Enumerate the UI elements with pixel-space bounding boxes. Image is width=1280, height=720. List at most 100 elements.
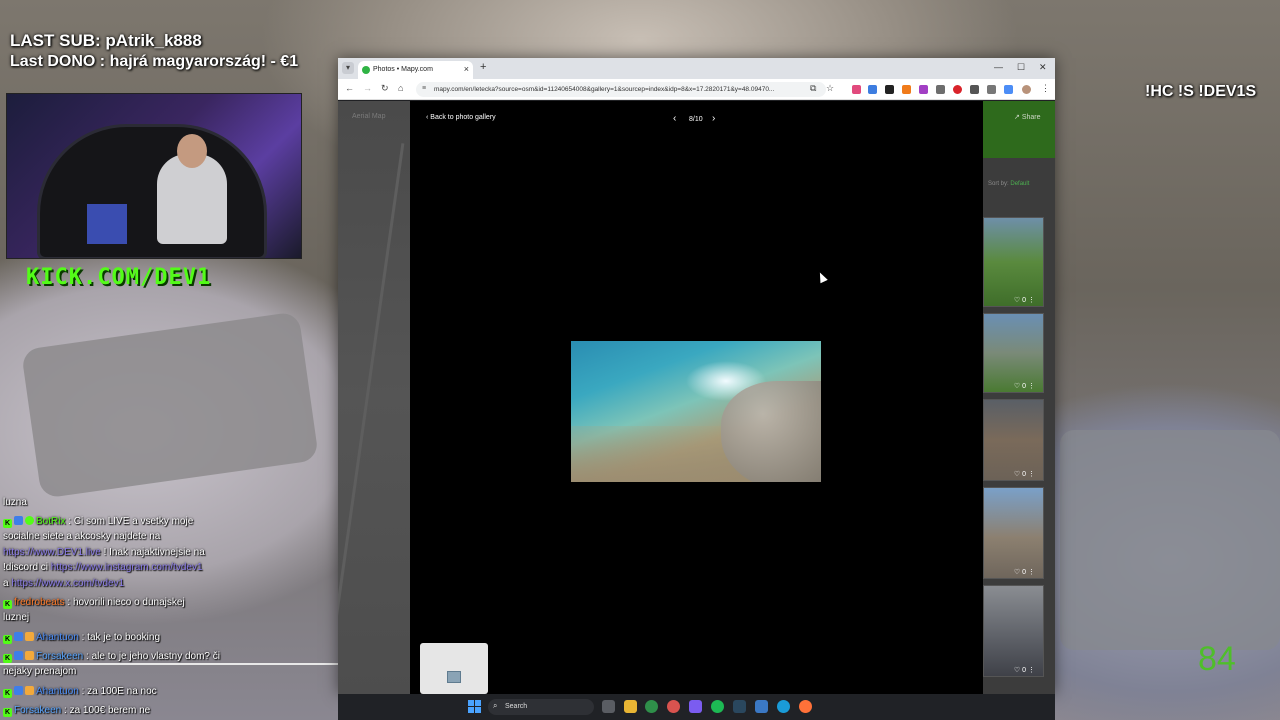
new-tab-icon[interactable]: + — [480, 61, 486, 73]
chat-message-cont: a https://www.x.com/tvdev1 — [3, 576, 228, 592]
close-window-icon[interactable]: ✕ — [1039, 62, 1047, 73]
next-photo-button[interactable]: › — [712, 113, 715, 124]
gallery-thumbnail[interactable]: ♡ 0 ⋮ — [983, 585, 1044, 677]
kick-badge-icon: K — [3, 635, 12, 644]
kick-badge-icon: K — [3, 600, 12, 609]
map-type-label: Aerial Map — [352, 113, 386, 120]
like-count-value: 0 — [1022, 471, 1027, 478]
tab-search-icon[interactable]: ▾ — [342, 62, 354, 74]
chat-link[interactable]: https://www.x.com/tvdev1 — [11, 578, 124, 589]
image-icon — [447, 671, 461, 683]
chat-message-cont: !discord ci https://www.instagram.com/tv… — [3, 560, 228, 576]
chat-text: luzna — [3, 497, 27, 508]
extension-icon[interactable] — [936, 85, 945, 94]
like-count-value: 0 — [1022, 297, 1027, 304]
chat-message: Kfredrobeats : hovorili nieco o dunajske… — [3, 597, 185, 609]
chat-username[interactable]: Forsakeen — [36, 651, 83, 662]
discord-icon[interactable] — [689, 700, 702, 713]
browser-menu-icon[interactable]: ⋮ — [1041, 83, 1050, 94]
chat-text: nejaky prenajom — [3, 666, 77, 677]
taskbar-search[interactable]: ⌕ Search — [488, 699, 594, 715]
bot-badge-icon — [14, 516, 23, 525]
browser-tab[interactable]: Photos • Mapy.com × — [358, 61, 473, 79]
like-count-value: 0 — [1022, 383, 1027, 390]
like-count[interactable]: ♡ 0 ⋮ — [1014, 666, 1035, 674]
chat-username[interactable]: BotRix — [36, 516, 65, 527]
taskbar-search-label: Search — [505, 703, 528, 710]
previous-photo-button[interactable]: ‹ — [673, 113, 676, 124]
extension-icon[interactable] — [885, 85, 894, 94]
firefox-icon[interactable] — [799, 700, 812, 713]
close-tab-icon[interactable]: × — [464, 64, 469, 74]
minimize-icon[interactable]: — — [994, 62, 1003, 72]
chat-link[interactable]: https://www.instagram.com/tvdev1 — [51, 562, 203, 573]
back-to-gallery-link[interactable]: ‹ Back to photo gallery — [426, 114, 496, 121]
kick-badge-icon: K — [3, 654, 12, 663]
chat-text: za 100€ berem ne — [69, 705, 151, 716]
file-explorer-icon[interactable] — [624, 700, 637, 713]
extension-icon[interactable] — [1004, 85, 1013, 94]
chat-username[interactable]: Ahantuon — [36, 686, 79, 697]
stream-chat: luzna K BotRix : Ci som LIVE a vsetky moj… — [0, 495, 338, 720]
chat-username[interactable]: Forsakeen — [14, 705, 61, 716]
commands-label: !HC !S !DEV1S — [1145, 83, 1257, 100]
site-info-icon[interactable]: ≡ — [422, 85, 426, 92]
map-road — [338, 143, 405, 619]
chat-message: luzna — [3, 495, 228, 511]
chat-text: tak je to booking — [87, 632, 160, 643]
windows-start-icon[interactable] — [468, 700, 481, 713]
extension-icon[interactable] — [868, 85, 877, 94]
gallery-photo[interactable] — [571, 341, 821, 482]
gallery-thumbnail[interactable]: ♡ 0 ⋮ — [983, 217, 1044, 307]
extensions-puzzle-icon[interactable] — [970, 85, 979, 94]
task-view-icon[interactable] — [602, 700, 615, 713]
like-count[interactable]: ♡ 0 ⋮ — [1014, 568, 1035, 576]
gallery-thumbnail[interactable]: ♡ 0 ⋮ — [983, 399, 1044, 481]
forward-arrow-icon[interactable]: → — [363, 83, 372, 93]
maximize-icon[interactable]: ☐ — [1017, 62, 1025, 73]
share-button[interactable]: ↗ Share — [1014, 113, 1041, 121]
chat-divider — [0, 663, 338, 665]
address-bar[interactable]: ≡ mapy.com/en/letecka?source=osm&id=1124… — [416, 82, 826, 97]
browser-window: ▾ Photos • Mapy.com × + — ☐ ✕ ← → ↻ ⌂ ≡ … — [338, 58, 1055, 694]
reload-icon[interactable]: ↻ — [381, 83, 389, 94]
sort-value: Default — [1010, 181, 1030, 187]
sidebar-header — [983, 101, 1055, 158]
like-count[interactable]: ♡ 0 ⋮ — [1014, 296, 1035, 304]
vscode-icon[interactable] — [755, 700, 768, 713]
extension-icon[interactable] — [919, 85, 928, 94]
gallery-thumbnail[interactable]: ♡ 0 ⋮ — [983, 313, 1044, 393]
home-icon[interactable]: ⌂ — [398, 83, 403, 93]
extension-icon[interactable] — [852, 85, 861, 94]
chat-message-cont: nejaky prenajom — [3, 664, 228, 680]
map-background: Aerial Map — [338, 101, 410, 694]
chat-username[interactable]: Ahantuon — [36, 632, 79, 643]
install-app-icon[interactable]: ⧉ — [810, 83, 816, 94]
extension-icon[interactable] — [953, 85, 962, 94]
edge-icon[interactable] — [777, 700, 790, 713]
mini-map-thumbnail[interactable] — [420, 643, 488, 694]
chat-message: K Ahantuon : za 100E na noc — [3, 686, 157, 698]
chat-text: a — [3, 578, 9, 589]
back-arrow-icon[interactable]: ← — [345, 83, 354, 93]
chat-text: hovorili nieco o dunajskej — [72, 597, 185, 608]
profile-avatar[interactable] — [1022, 85, 1031, 94]
like-count[interactable]: ♡ 0 ⋮ — [1014, 382, 1035, 390]
sort-control[interactable]: Sort by: Default — [988, 181, 1029, 187]
bookmark-star-icon[interactable]: ☆ — [826, 83, 834, 94]
like-count[interactable]: ♡ 0 ⋮ — [1014, 470, 1035, 478]
extension-icon[interactable] — [987, 85, 996, 94]
spotify-icon[interactable] — [711, 700, 724, 713]
chat-text: Ci som LIVE a vsetky moje — [73, 516, 194, 527]
subscriber-badge-icon — [14, 651, 23, 660]
chat-username[interactable]: fredrobeats — [14, 597, 65, 608]
chrome-icon[interactable] — [645, 700, 658, 713]
app-icon[interactable] — [667, 700, 680, 713]
chat-message-cont: luznej — [3, 610, 228, 626]
tab-title: Photos • Mapy.com — [373, 66, 433, 73]
gallery-thumbnail[interactable]: ♡ 0 ⋮ — [983, 487, 1044, 579]
chat-link[interactable]: https://www.DEV1.live — [3, 547, 101, 558]
search-icon: ⌕ — [493, 701, 498, 710]
extension-icon[interactable] — [902, 85, 911, 94]
steam-icon[interactable] — [733, 700, 746, 713]
